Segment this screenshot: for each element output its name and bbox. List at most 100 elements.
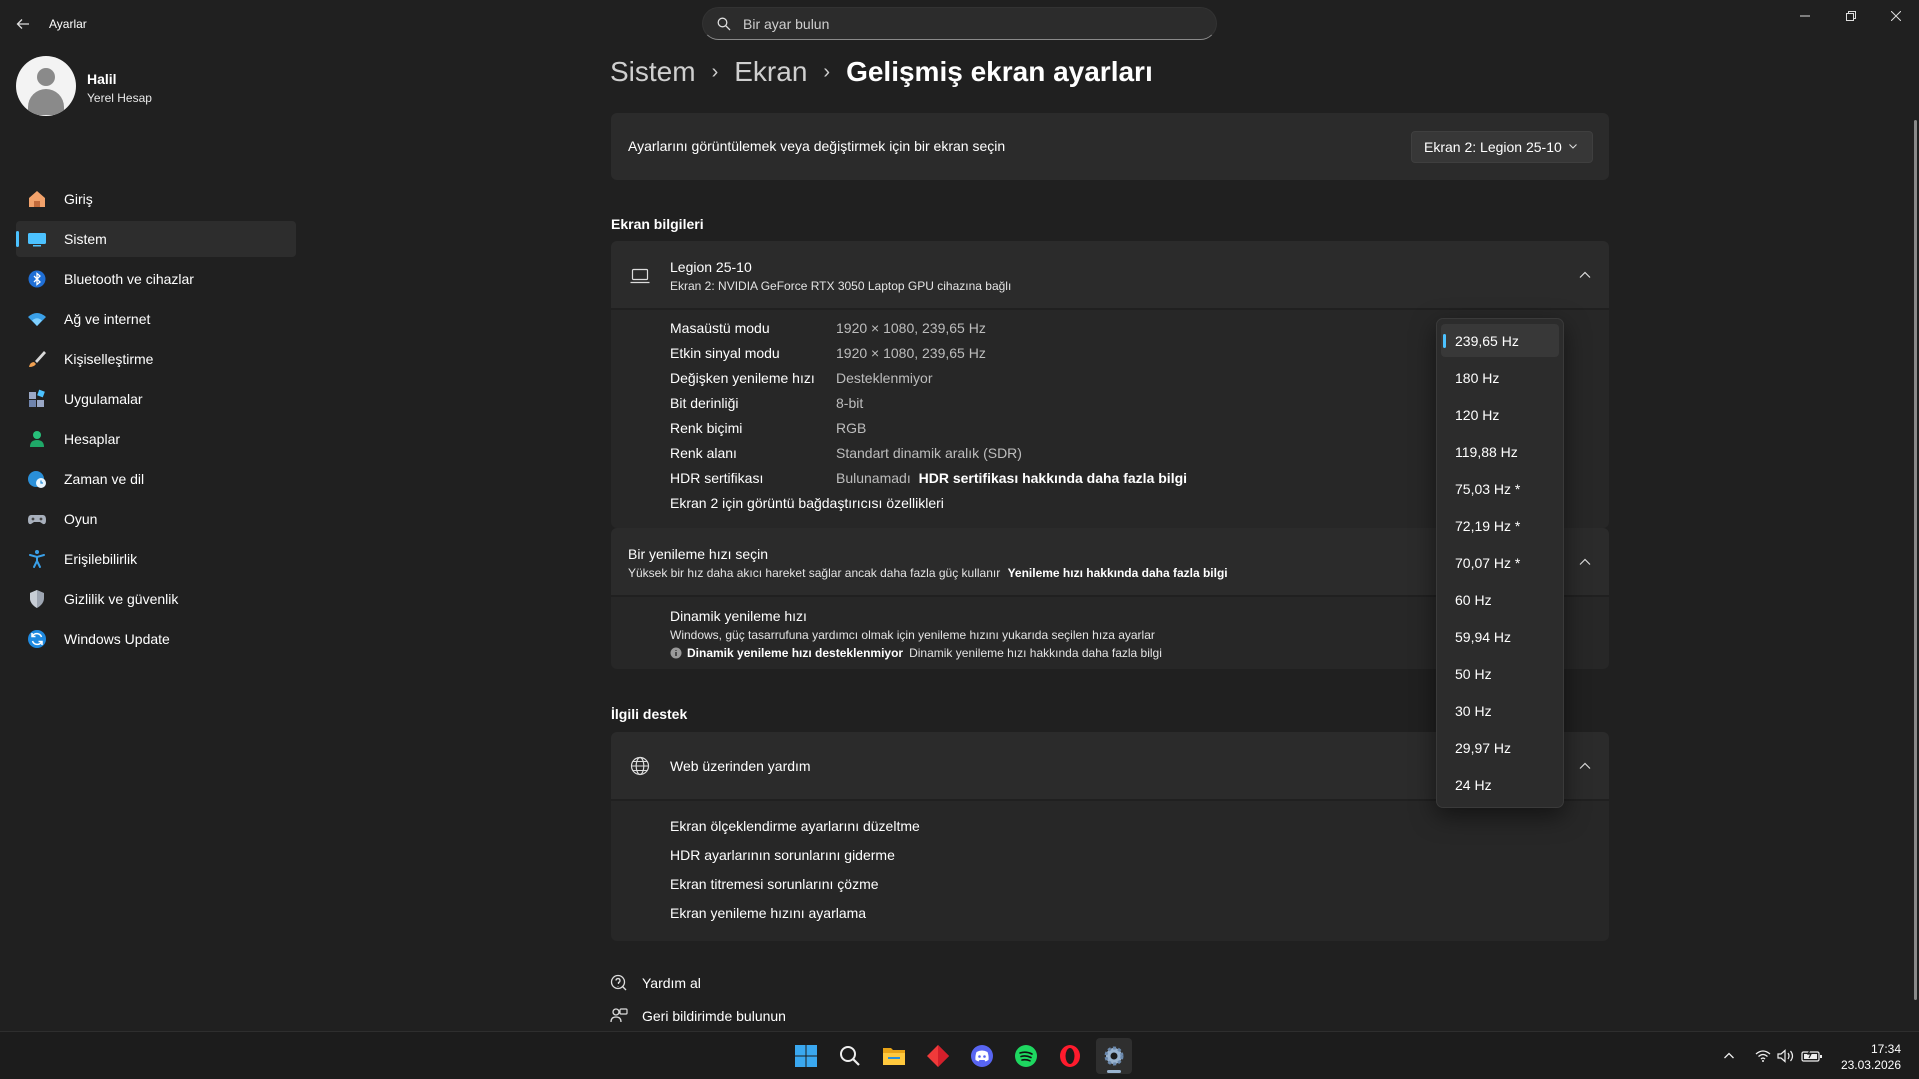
sidebar-item-label: Gizlilik ve güvenlik (64, 591, 179, 607)
dynamic-refresh-description: Windows, güç tasarrufuna yardımcı olmak … (670, 628, 1155, 642)
opera-button[interactable] (1052, 1038, 1088, 1074)
refresh-option[interactable]: 70,07 Hz * (1441, 546, 1559, 579)
sidebar-item-apps[interactable]: Uygulamalar (16, 381, 296, 417)
adapter-properties-link[interactable]: Ekran 2 için görüntü bağdaştırıcısı özel… (670, 495, 944, 511)
refresh-option[interactable]: 180 Hz (1441, 361, 1559, 394)
sidebar-item-gaming[interactable]: Oyun (16, 501, 296, 537)
refresh-option[interactable]: 119,88 Hz (1441, 435, 1559, 468)
folder-icon (883, 1048, 905, 1065)
app-red-button[interactable] (920, 1038, 956, 1074)
page-scrollbar[interactable] (1914, 120, 1917, 1000)
refresh-option[interactable]: 239,65 Hz (1441, 324, 1559, 357)
refresh-option[interactable]: 59,94 Hz (1441, 620, 1559, 653)
info-label-color-space: Renk alanı (670, 445, 737, 461)
refresh-option[interactable]: 72,19 Hz * (1441, 509, 1559, 542)
info-value-hdr-cert: Bulunamadı HDR sertifikası hakkında daha… (836, 470, 1187, 486)
breadcrumb-display[interactable]: Ekran (734, 56, 807, 88)
taskbar-clock[interactable]: 17:34 23.03.2026 (1841, 1041, 1901, 1073)
sidebar-item-home[interactable]: Giriş (16, 181, 296, 217)
sidebar-nav: Giriş Sistem Bluetooth ve cihazlar Ağ ve… (16, 181, 296, 661)
start-button[interactable] (788, 1038, 824, 1074)
refresh-option[interactable]: 60 Hz (1441, 583, 1559, 616)
sidebar-item-label: Windows Update (64, 631, 170, 647)
hdr-cert-link[interactable]: HDR sertifikası hakkında daha fazla bilg… (919, 470, 1187, 486)
file-explorer-button[interactable] (876, 1038, 912, 1074)
sidebar-item-label: Uygulamalar (64, 391, 143, 407)
sidebar-item-label: Kişiselleştirme (64, 351, 154, 367)
update-icon (26, 628, 48, 650)
dynamic-refresh-title: Dinamik yenileme hızı (670, 608, 807, 624)
chevron-right-icon: › (823, 60, 831, 83)
info-value-active-signal: 1920 × 1080, 239,65 Hz (836, 345, 986, 361)
section-title-related-support: İlgili destek (611, 706, 688, 722)
breadcrumb-system[interactable]: Sistem (610, 56, 696, 88)
battery-charging-icon[interactable] (1801, 1049, 1823, 1063)
get-help-label: Yardım al (642, 975, 701, 991)
feedback-link[interactable]: Geri bildirimde bulunun (610, 1007, 786, 1025)
bluetooth-icon (26, 268, 48, 290)
settings-app-button[interactable] (1096, 1038, 1132, 1074)
sidebar-item-privacy[interactable]: Gizlilik ve güvenlik (16, 581, 296, 617)
refresh-option[interactable]: 50 Hz (1441, 657, 1559, 690)
sidebar-item-personalization[interactable]: Kişiselleştirme (16, 341, 296, 377)
sidebar-item-label: Oyun (64, 511, 98, 527)
user-profile[interactable] (16, 56, 76, 116)
chevron-up-icon[interactable] (1723, 1050, 1735, 1062)
wifi-icon (26, 308, 48, 330)
display-select-label: Ayarlarını görüntülemek veya değiştirmek… (628, 138, 1006, 154)
refresh-option[interactable]: 29,97 Hz (1441, 731, 1559, 764)
refresh-option[interactable]: 120 Hz (1441, 398, 1559, 431)
sidebar-item-bluetooth[interactable]: Bluetooth ve cihazlar (16, 261, 296, 297)
refresh-rate-info-link[interactable]: Yenileme hızı hakkında daha fazla bilgi (1008, 566, 1228, 580)
system-tray (1723, 1032, 1823, 1079)
refresh-rate-desc-text: Yüksek bir hız daha akıcı hareket sağlar… (628, 566, 1001, 580)
sidebar-item-time-language[interactable]: Zaman ve dil (16, 461, 296, 497)
monitor-header[interactable]: Legion 25-10 Ekran 2: NVIDIA GeForce RTX… (611, 241, 1609, 308)
wifi-icon[interactable] (1755, 1049, 1771, 1063)
red-diamond-app-icon (927, 1045, 949, 1067)
display-select-value: Ekran 2: Legion 25-10 (1424, 139, 1562, 155)
page-title: Gelişmiş ekran ayarları (846, 56, 1153, 87)
volume-icon[interactable] (1777, 1049, 1795, 1063)
sidebar-item-accessibility[interactable]: Erişilebilirlik (16, 541, 296, 577)
refresh-option[interactable]: 75,03 Hz * (1441, 472, 1559, 505)
close-button[interactable] (1873, 0, 1919, 32)
search-placeholder: Bir ayar bulun (743, 15, 830, 32)
sidebar-item-label: Ağ ve internet (64, 311, 151, 327)
search-icon (840, 1046, 860, 1066)
restore-button[interactable] (1828, 0, 1874, 32)
monitor-name: Legion 25-10 (670, 259, 752, 275)
apps-icon (26, 388, 48, 410)
spotify-button[interactable] (1008, 1038, 1044, 1074)
dynamic-refresh-info-link[interactable]: Dinamik yenileme hızı hakkında daha fazl… (909, 646, 1162, 660)
sidebar-item-label: Sistem (64, 231, 107, 247)
help-link-flicker[interactable]: Ekran titremesi sorunlarını çözme (670, 876, 879, 892)
sidebar-item-windows-update[interactable]: Windows Update (16, 621, 296, 657)
refresh-option[interactable]: 30 Hz (1441, 694, 1559, 727)
taskbar-search-button[interactable] (832, 1038, 868, 1074)
back-button[interactable] (10, 12, 36, 36)
sidebar-item-system[interactable]: Sistem (16, 221, 296, 257)
info-label-active-signal: Etkin sinyal modu (670, 345, 780, 361)
chevron-down-icon (1569, 144, 1577, 149)
refresh-option[interactable]: 24 Hz (1441, 768, 1559, 801)
chevron-up-icon (1579, 762, 1591, 769)
help-link-scaling[interactable]: Ekran ölçeklendirme ayarlarını düzeltme (670, 818, 920, 834)
info-icon (670, 647, 682, 659)
search-input[interactable]: Bir ayar bulun (702, 7, 1217, 40)
laptop-icon (630, 268, 650, 284)
get-help-link[interactable]: Yardım al (610, 974, 701, 992)
sidebar-item-accounts[interactable]: Hesaplar (16, 421, 296, 457)
refresh-rate-dropdown[interactable]: 239,65 Hz 180 Hz 120 Hz 119,88 Hz 75,03 … (1436, 318, 1564, 808)
search-icon (717, 17, 731, 30)
title-bar: Ayarlar Bir ayar bulun (0, 0, 1919, 48)
shield-icon (26, 588, 48, 610)
discord-icon (971, 1045, 993, 1067)
clock-date: 23.03.2026 (1840, 1058, 1901, 1072)
help-link-refresh-rate[interactable]: Ekran yenileme hızını ayarlama (670, 905, 866, 921)
display-select-dropdown[interactable]: Ekran 2: Legion 25-10 (1411, 131, 1593, 163)
help-link-hdr[interactable]: HDR ayarlarının sorunlarını giderme (670, 847, 895, 863)
discord-button[interactable] (964, 1038, 1000, 1074)
sidebar-item-network[interactable]: Ağ ve internet (16, 301, 296, 337)
minimize-button[interactable] (1782, 0, 1828, 32)
